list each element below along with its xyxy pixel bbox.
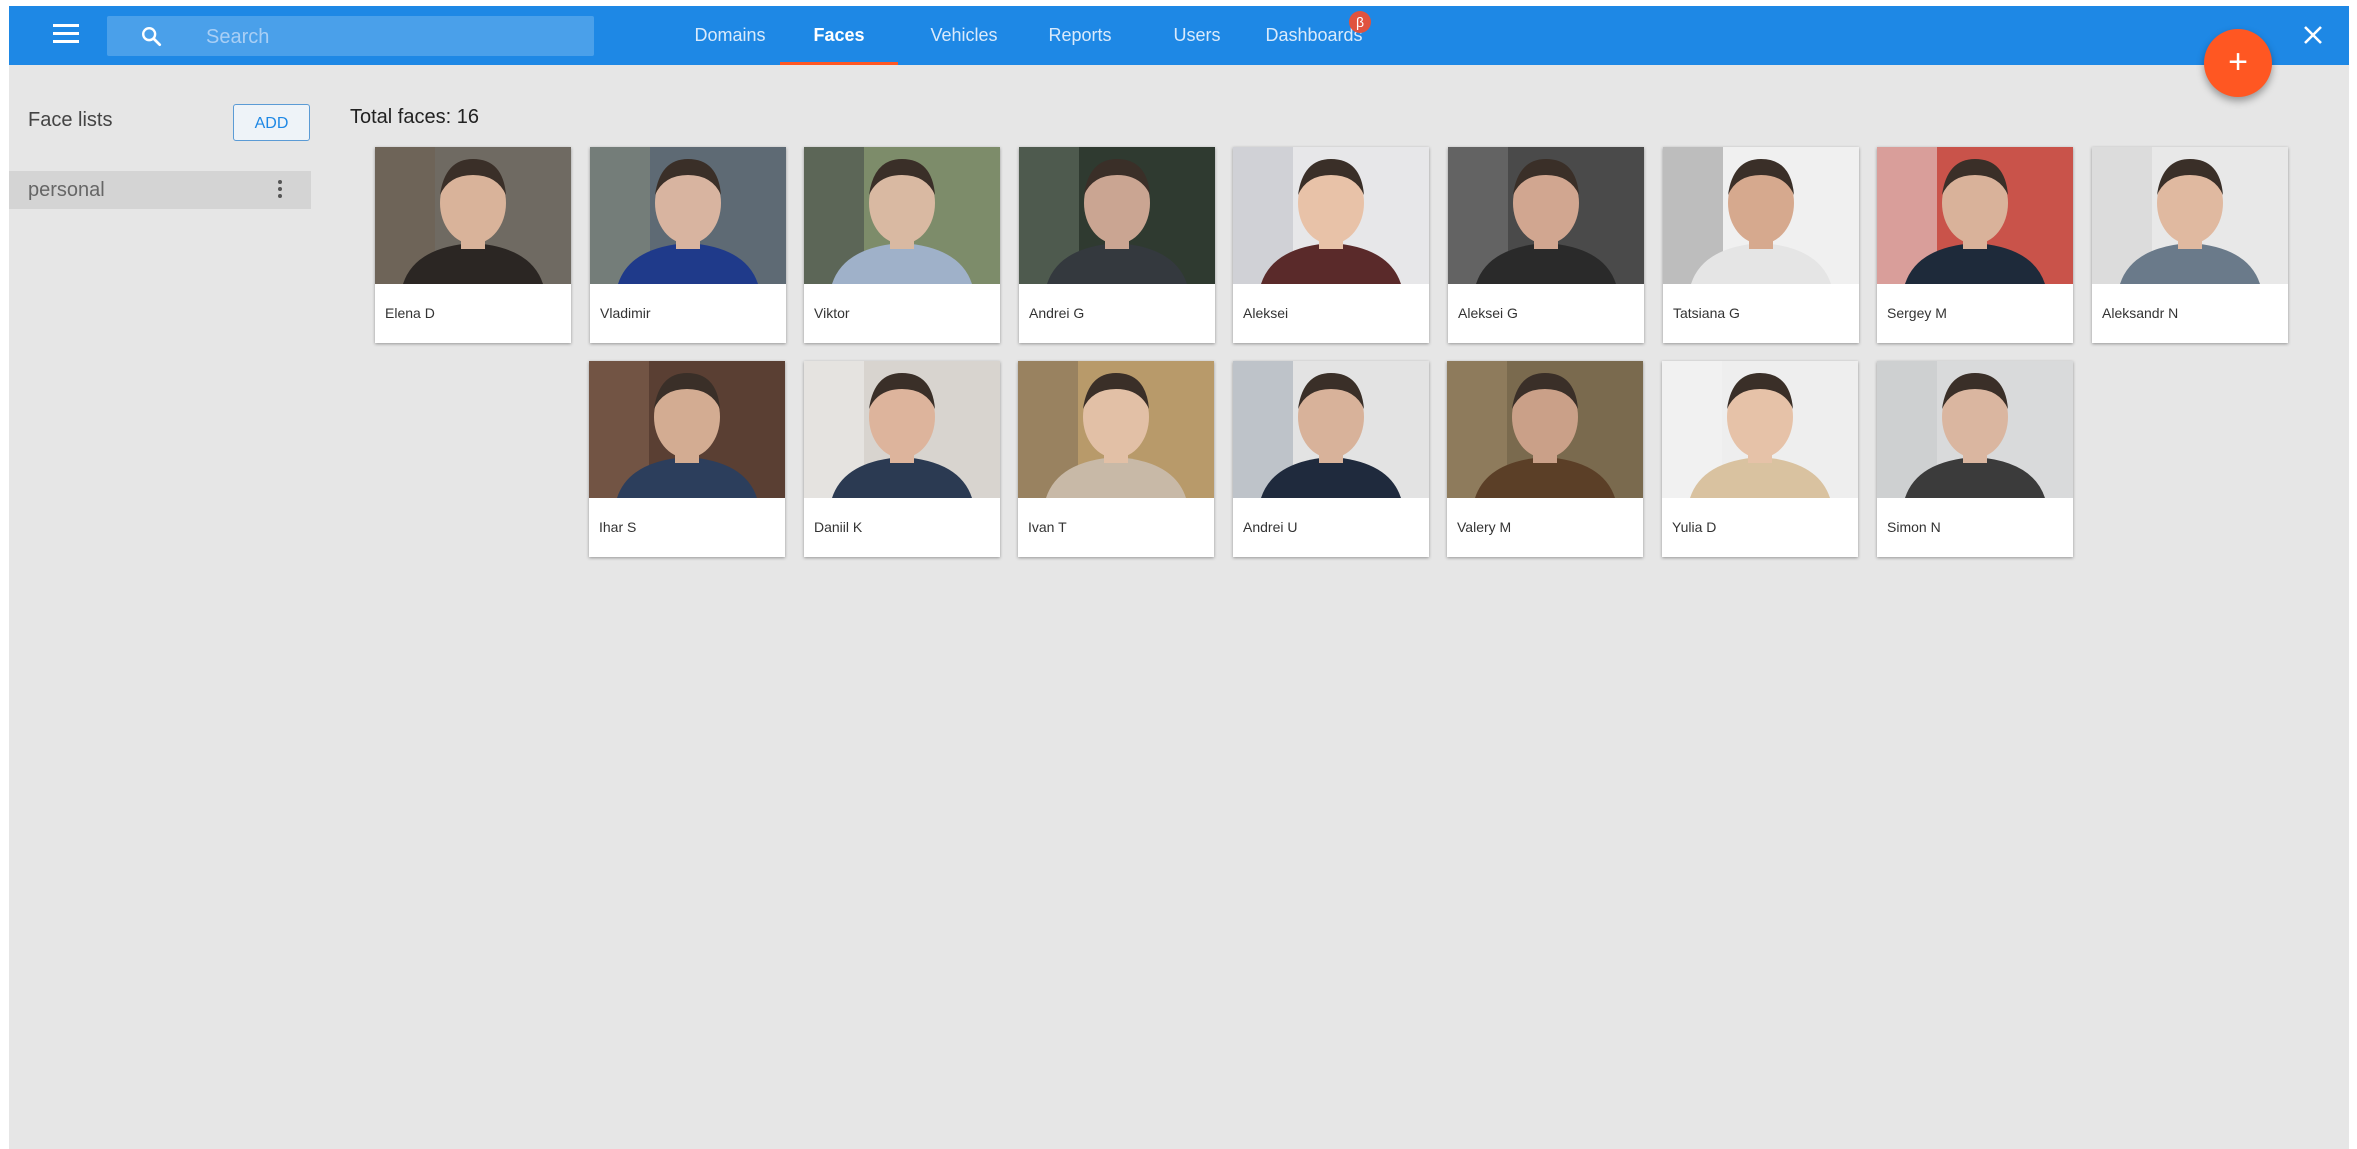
face-name: Viktor	[814, 305, 850, 321]
face-lists-title: Face lists	[28, 109, 113, 131]
face-card[interactable]: Aleksandr N	[2092, 147, 2288, 343]
face-card[interactable]: Sergey M	[1877, 147, 2073, 343]
face-photo	[1877, 361, 2073, 498]
face-name: Andrei G	[1029, 305, 1085, 321]
face-photo	[590, 147, 786, 284]
face-name: Ihar S	[599, 519, 637, 535]
face-card[interactable]: Viktor	[804, 147, 1000, 343]
face-photo	[2092, 147, 2288, 284]
face-photo	[1662, 361, 1858, 498]
face-name: Aleksei G	[1458, 305, 1518, 321]
face-card[interactable]: Simon N	[1877, 361, 2073, 557]
face-card[interactable]: Valery M	[1447, 361, 1643, 557]
face-photo	[1233, 147, 1429, 284]
menu-icon[interactable]	[53, 24, 79, 46]
search-input[interactable]	[204, 16, 578, 58]
face-card[interactable]: Aleksei	[1233, 147, 1429, 343]
face-photo	[1233, 361, 1429, 498]
tab-faces[interactable]: Faces	[780, 6, 898, 65]
face-photo	[804, 361, 1000, 498]
tab-reports[interactable]: Reports	[1021, 6, 1139, 65]
face-list-label: personal	[28, 179, 105, 201]
face-name: Yulia D	[1672, 519, 1717, 535]
face-name: Andrei U	[1243, 519, 1298, 535]
face-photo	[1447, 361, 1643, 498]
app-root: Domains Faces Vehicles Reports Users Das…	[9, 6, 2349, 1149]
face-card[interactable]: Vladimir	[590, 147, 786, 343]
face-card[interactable]: Andrei G	[1019, 147, 1215, 343]
total-faces-label: Total faces: 16	[350, 106, 479, 128]
search-icon	[142, 27, 162, 47]
face-name: Valery M	[1457, 519, 1512, 535]
face-photo	[589, 361, 785, 498]
face-card[interactable]: Yulia D	[1662, 361, 1858, 557]
face-photo	[1877, 147, 2073, 284]
face-card[interactable]: Ihar S	[589, 361, 785, 557]
face-name: Vladimir	[600, 305, 651, 321]
tab-users[interactable]: Users	[1138, 6, 1256, 65]
add-face-fab[interactable]: +	[2204, 29, 2272, 97]
face-list-item-personal[interactable]: personal	[9, 171, 311, 209]
top-app-bar: Domains Faces Vehicles Reports Users Das…	[9, 6, 2349, 65]
face-card[interactable]: Ivan T	[1018, 361, 1214, 557]
face-name: Elena D	[385, 305, 435, 321]
face-photo	[1448, 147, 1644, 284]
face-name: Daniil K	[814, 519, 863, 535]
beta-badge: β	[1349, 11, 1371, 33]
more-vert-icon[interactable]	[277, 180, 283, 200]
face-card[interactable]: Aleksei G	[1448, 147, 1644, 343]
tab-domains[interactable]: Domains	[671, 6, 789, 65]
tab-vehicles[interactable]: Vehicles	[905, 6, 1023, 65]
face-photo	[1019, 147, 1215, 284]
face-name: Aleksandr N	[2102, 305, 2179, 321]
face-name: Sergey M	[1887, 305, 1947, 321]
face-card[interactable]: Elena D	[375, 147, 571, 343]
search-bar[interactable]	[107, 16, 594, 58]
face-photo	[375, 147, 571, 284]
face-name: Tatsiana G	[1673, 305, 1740, 321]
face-photo	[1018, 361, 1214, 498]
face-name: Aleksei	[1243, 305, 1289, 321]
face-card[interactable]: Daniil K	[804, 361, 1000, 557]
face-photo	[804, 147, 1000, 284]
close-icon[interactable]	[2301, 23, 2325, 47]
face-photo	[1663, 147, 1859, 284]
face-card[interactable]: Andrei U	[1233, 361, 1429, 557]
face-name: Ivan T	[1028, 519, 1067, 535]
face-card[interactable]: Tatsiana G	[1663, 147, 1859, 343]
face-name: Simon N	[1887, 519, 1941, 535]
add-list-button[interactable]: ADD	[233, 104, 310, 141]
